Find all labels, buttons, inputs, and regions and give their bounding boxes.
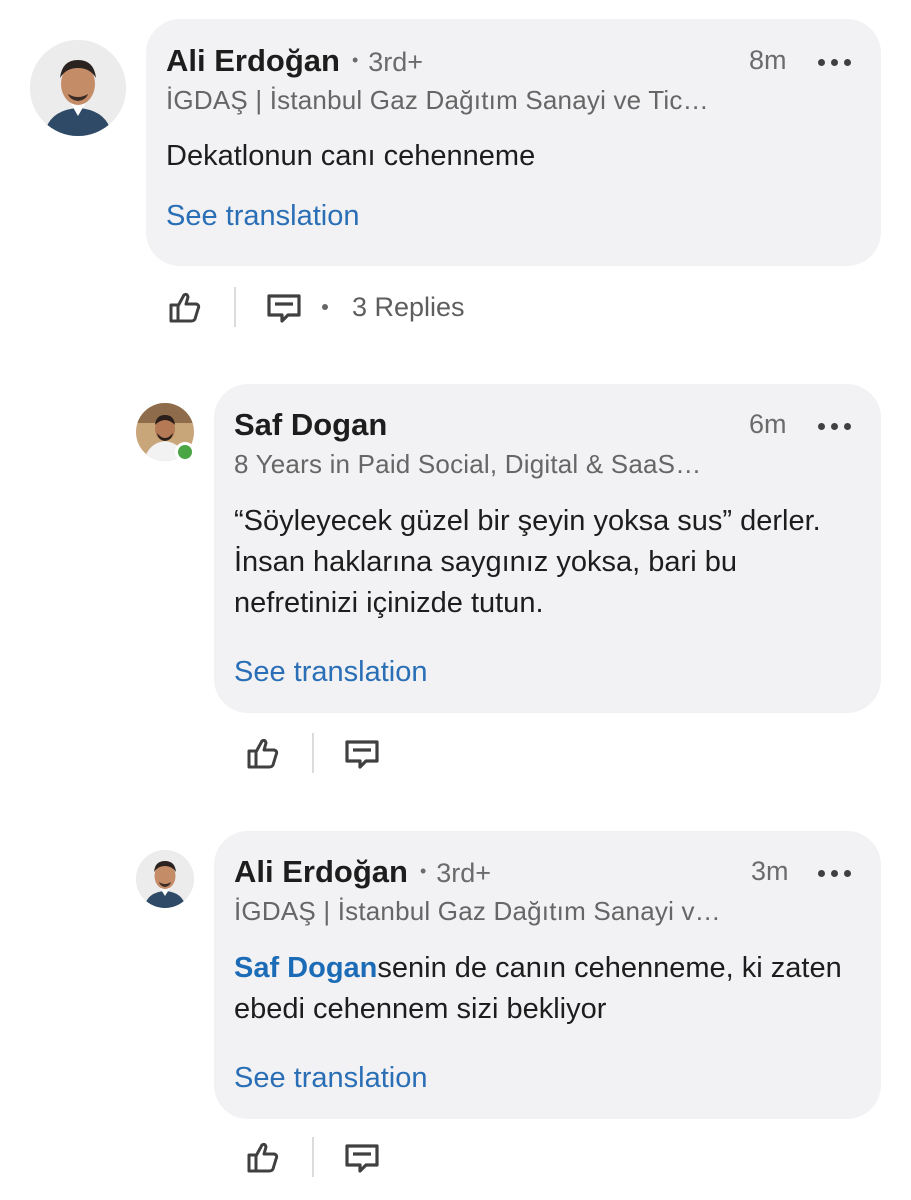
connection-degree: 3rd+ — [436, 858, 492, 888]
author-headline: İGDAŞ | İstanbul Gaz Dağıtım Sanayi v… — [234, 896, 721, 926]
comment-body: Saf Dogansenin de canın cehenneme, ki za… — [234, 948, 854, 1030]
replies-count[interactable]: 3 Replies — [352, 292, 465, 323]
comment-text: “Söyleyecek güzel bir şeyin yoksa sus” d… — [234, 505, 821, 619]
author-row: Saf Dogan — [234, 407, 387, 443]
comment-icon[interactable] — [342, 733, 382, 773]
online-status-indicator — [175, 442, 195, 462]
comment-text: Dekatlonun canı cehenneme — [166, 140, 536, 172]
timestamp: 6m — [749, 409, 787, 439]
author-name[interactable]: Saf Dogan — [234, 407, 387, 443]
comment-2: Saf Dogan 6m 8 Years in Paid Social, Dig… — [0, 380, 911, 800]
author-name[interactable]: Ali Erdoğan — [234, 854, 408, 890]
separator-dot — [322, 304, 328, 310]
see-translation-link[interactable]: See translation — [166, 200, 359, 233]
divider — [234, 287, 236, 327]
author-headline: 8 Years in Paid Social, Digital & SaaS… — [234, 449, 702, 479]
divider — [312, 1137, 314, 1177]
thumbs-up-icon[interactable] — [242, 1137, 282, 1177]
mention-link[interactable]: Saf Dogan — [234, 952, 377, 984]
comment-3: Ali Erdoğan • 3rd+ 3m İGDAŞ | İstanbul G… — [0, 820, 911, 1200]
timestamp: 3m — [751, 856, 789, 886]
see-translation-link[interactable]: See translation — [234, 656, 427, 689]
separator-dot: • — [419, 861, 427, 881]
thumbs-up-icon[interactable] — [164, 287, 204, 327]
separator-dot: • — [351, 50, 359, 70]
connection-degree: 3rd+ — [368, 47, 424, 77]
avatar-photo — [30, 40, 126, 136]
more-icon[interactable] — [818, 870, 851, 877]
see-translation-link[interactable]: See translation — [234, 1062, 427, 1095]
comment-1: Ali Erdoğan • 3rd+ 8m İGDAŞ | İstanbul G… — [0, 0, 911, 340]
author-row: Ali Erdoğan • 3rd+ — [166, 43, 423, 79]
avatar[interactable] — [30, 40, 126, 136]
more-icon[interactable] — [818, 59, 851, 66]
timestamp: 8m — [749, 45, 787, 75]
author-row: Ali Erdoğan • 3rd+ — [234, 854, 491, 890]
author-headline: İGDAŞ | İstanbul Gaz Dağıtım Sanayi ve T… — [166, 85, 709, 115]
comment-icon[interactable] — [342, 1137, 382, 1177]
comment-icon[interactable] — [264, 287, 304, 327]
more-icon[interactable] — [818, 423, 851, 430]
comment-actions — [242, 733, 382, 773]
comment-actions — [242, 1137, 382, 1177]
avatar[interactable] — [136, 850, 194, 908]
avatar-photo — [136, 850, 194, 908]
divider — [312, 733, 314, 773]
thumbs-up-icon[interactable] — [242, 733, 282, 773]
comment-actions: 3 Replies — [164, 287, 465, 327]
author-name[interactable]: Ali Erdoğan — [166, 43, 340, 79]
